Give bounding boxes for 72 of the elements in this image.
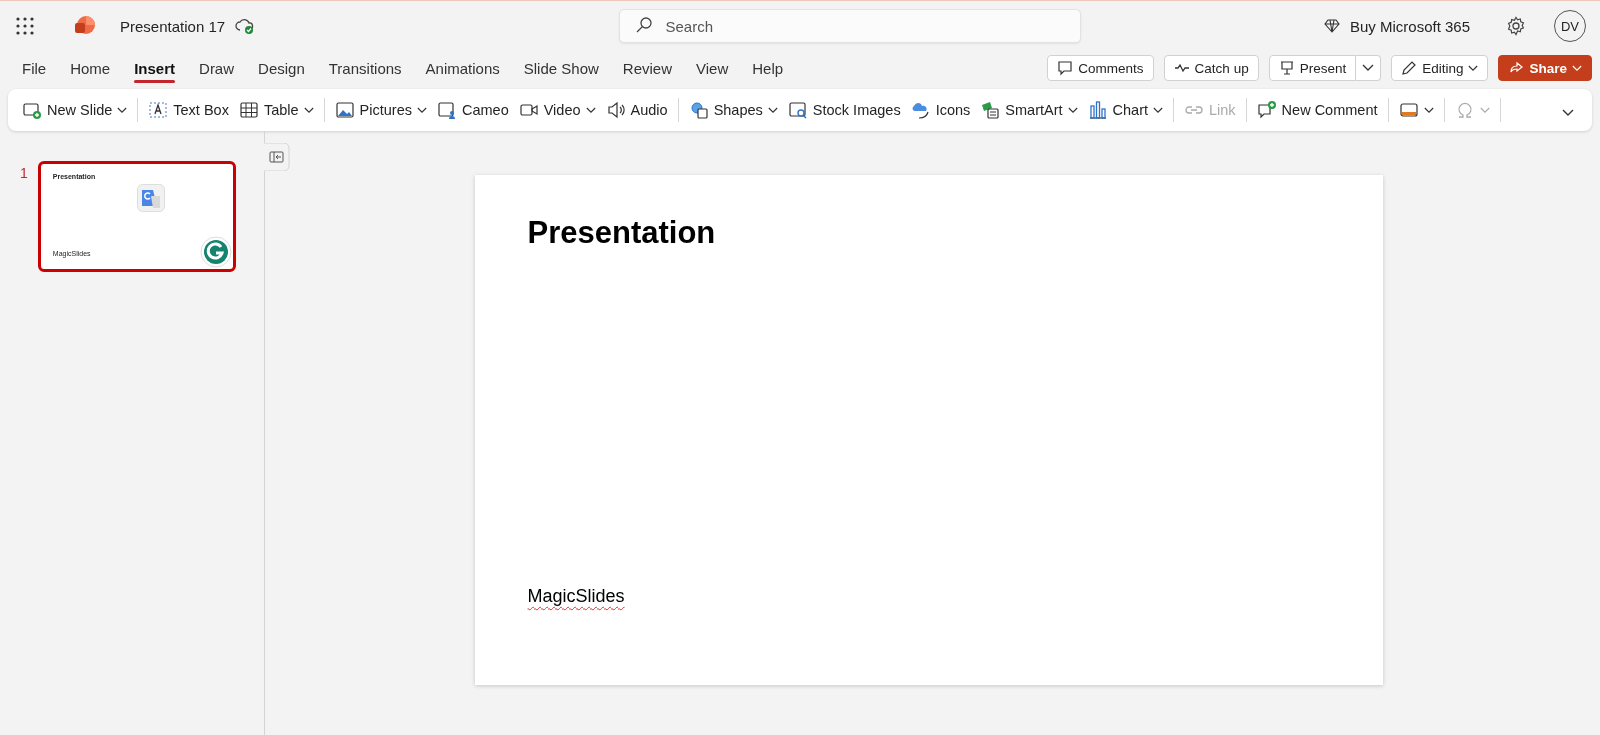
search-field[interactable]: Search	[618, 9, 1081, 43]
share-button[interactable]: Share	[1498, 55, 1592, 81]
ribbon-tab[interactable]: File	[12, 53, 57, 83]
pencil-icon	[1401, 60, 1418, 76]
ribbon-tab[interactable]: Draw	[189, 53, 245, 83]
ribbon-button[interactable]: Cameo	[432, 94, 513, 126]
ribbon-button[interactable]: Stock Images	[783, 94, 905, 126]
chevron-down-icon	[1362, 64, 1375, 72]
editing-button[interactable]: Editing	[1391, 55, 1489, 81]
slide-subtitle[interactable]: MagicSlides	[527, 586, 625, 607]
ribbon-button[interactable]: New Slide	[18, 94, 132, 126]
ribbon-tab[interactable]: Help	[742, 53, 794, 83]
bar-chart-icon	[1087, 100, 1108, 120]
chevron-down-icon	[1479, 106, 1490, 114]
table-icon	[238, 100, 259, 120]
app-launcher-icon[interactable]	[16, 17, 34, 35]
ribbon-button[interactable]: Chart	[1083, 94, 1167, 126]
smartart-icon	[980, 100, 1001, 120]
cloud-saved-icon[interactable]	[235, 17, 256, 35]
chevron-down-icon	[1153, 106, 1163, 114]
translate-extension-icon[interactable]	[136, 184, 165, 212]
slide-number: 1	[20, 165, 28, 183]
ribbon-button[interactable]: Text Box	[144, 94, 233, 126]
ribbon-button[interactable]: Audio	[601, 94, 672, 126]
chevron-down-icon	[1067, 106, 1078, 114]
ribbon-tab[interactable]: Insert	[124, 53, 186, 83]
buy-link[interactable]: Buy Microsoft 365	[1349, 17, 1470, 35]
picture-icon	[334, 100, 355, 120]
ribbon-button[interactable]: Pictures	[330, 94, 431, 126]
ribbon-button[interactable]: Table	[234, 94, 318, 126]
chevron-down-icon	[1468, 64, 1479, 72]
ribbon-tab[interactable]: Animations	[415, 53, 510, 83]
document-title[interactable]: Presentation 17	[120, 17, 226, 35]
chevron-down-icon	[117, 106, 128, 114]
comment-plus-icon	[1256, 100, 1277, 120]
ribbon-button[interactable]: Video	[514, 94, 600, 126]
catch-up-button[interactable]: Catch up	[1163, 55, 1259, 81]
image-search-icon	[787, 100, 808, 120]
ribbon-button[interactable]: SmartArt	[976, 94, 1082, 126]
chevron-down-icon	[1572, 64, 1582, 72]
speaker-icon	[605, 100, 626, 120]
ribbon-button[interactable]: New Comment	[1252, 94, 1382, 126]
settings-icon[interactable]	[1506, 16, 1526, 36]
present-button[interactable]: Present	[1268, 55, 1357, 81]
slide-canvas[interactable]: Presentation MagicSlides	[474, 175, 1383, 685]
shapes-icon	[688, 100, 709, 120]
pulse-icon	[1173, 62, 1190, 74]
cameo-icon	[436, 100, 457, 120]
ribbon-tab[interactable]: View	[686, 53, 739, 83]
chevron-down-icon	[1423, 106, 1434, 114]
ribbon-tab[interactable]: Slide Show	[513, 53, 609, 83]
comments-button[interactable]: Comments	[1047, 55, 1154, 81]
ribbon-tab[interactable]: Transitions	[318, 53, 412, 83]
ribbon-button[interactable]: Shapes	[684, 94, 782, 126]
chevron-down-icon	[303, 106, 314, 114]
slide-title[interactable]: Presentation	[527, 215, 716, 251]
ribbon-tab[interactable]: Review	[612, 53, 682, 83]
new-slide-icon	[22, 100, 42, 120]
expand-ribbon-icon[interactable]	[1562, 109, 1574, 117]
diamond-icon	[1323, 18, 1340, 34]
ribbon-button[interactable]: Icons	[906, 94, 975, 126]
speech-bubble-icon	[1057, 60, 1074, 76]
projector-screen-icon	[1278, 60, 1295, 76]
chevron-down-icon	[585, 106, 596, 114]
color-swatch-icon	[1398, 100, 1419, 120]
chevron-down-icon	[767, 106, 778, 114]
ribbon-tab[interactable]: Home	[60, 53, 121, 83]
present-dropdown-button[interactable]	[1356, 55, 1382, 81]
chevron-down-icon	[416, 106, 427, 114]
grammar-extension-icon[interactable]	[199, 236, 232, 268]
ribbon-tab[interactable]: Design	[248, 53, 315, 83]
text-box-icon	[148, 100, 169, 120]
